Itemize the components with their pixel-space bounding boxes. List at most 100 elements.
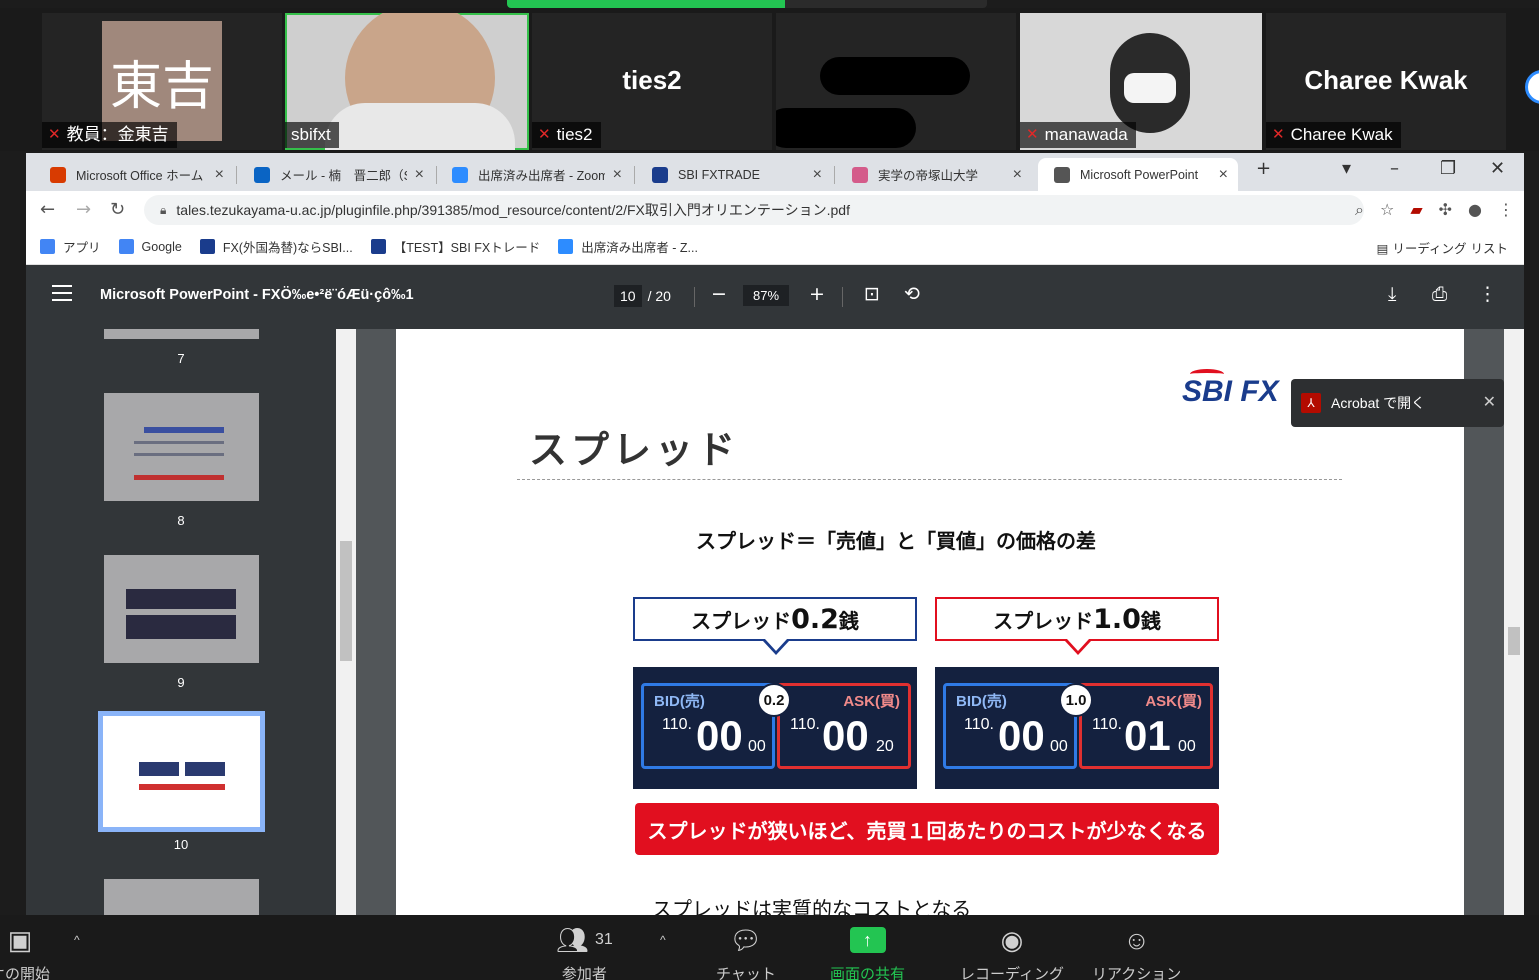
page-thumbnail[interactable] (104, 329, 259, 339)
tab-label: SBI FXTRADE (678, 167, 760, 182)
mic-muted-icon: ✕ (538, 126, 551, 143)
bookmark-item[interactable]: FX(外国為替)ならSBI... (199, 237, 353, 256)
page-number-input[interactable]: 10 (614, 285, 642, 307)
tab[interactable]: 出席済み出席者 - Zoom × (436, 158, 632, 191)
page-scrollbar[interactable] (1504, 329, 1524, 915)
more-options-icon[interactable]: ⋮ (1478, 283, 1497, 305)
thumb-content (134, 453, 224, 456)
page-thumbnail[interactable] (104, 555, 259, 663)
participant-tile[interactable]: Charee Kwak ✕ Charee Kwak (1266, 13, 1506, 150)
profile-avatar-icon[interactable]: ● (1468, 200, 1482, 220)
tab-strip: Microsoft Office ホーム × メール - 楠 晋二郎（SI × 出席済み… (26, 153, 1524, 191)
close-icon[interactable]: ✕ (1483, 392, 1496, 412)
office-icon (50, 166, 66, 183)
callout-pointer-inner (1067, 639, 1089, 651)
menu-kebab-icon[interactable]: ⋮ (1498, 200, 1514, 220)
share-screen-icon: ↑ (849, 927, 886, 953)
tab-separator (634, 166, 635, 184)
chat-label: チャット (716, 966, 776, 980)
tab-active[interactable]: Microsoft PowerPoint × (1038, 158, 1238, 191)
bookmark-item[interactable]: Google (118, 239, 182, 254)
participant-tile-active[interactable]: sbifxt (285, 13, 529, 150)
participant-name-tag: ✕ manawada (1020, 122, 1136, 148)
bookmark-item[interactable]: 出席済み出席者 - Z... (558, 237, 698, 256)
scrollbar-thumb[interactable] (1508, 627, 1520, 655)
participant-tile[interactable]: ties2 ✕ ties2 (532, 13, 772, 150)
gallery-next-button[interactable] (1525, 70, 1539, 104)
forward-arrow-icon[interactable]: → (76, 199, 91, 220)
new-tab-plus-icon[interactable]: + (1256, 158, 1271, 179)
tab[interactable]: Microsoft Office ホーム × (34, 158, 234, 191)
tab-label: Microsoft Office ホーム (76, 169, 204, 183)
participant-tile[interactable]: 東吉 ✕ 教員：金東吉 (42, 13, 282, 150)
zoom-in-icon[interactable]: + (809, 283, 825, 305)
zoom-level-input[interactable]: 87% (743, 285, 790, 306)
fit-page-icon[interactable]: ⊡ (864, 283, 880, 305)
participant-tile[interactable] (776, 13, 1016, 150)
thumb-content (126, 589, 236, 609)
ask-quote-box: ASK(買) 110. 00 20 (777, 683, 911, 769)
participant-name-tag: ✕ 教員：金東吉 (42, 122, 177, 148)
google-icon (118, 239, 134, 254)
tab-search-icon[interactable]: ▾ (1342, 158, 1351, 179)
record-button[interactable]: ◉ レコーディング (960, 923, 1064, 980)
tab-close-icon[interactable]: × (415, 166, 424, 184)
bid-sub: 00 (1050, 738, 1068, 755)
minimize-icon[interactable]: – (1390, 158, 1399, 179)
reload-icon[interactable]: ↻ (110, 199, 125, 220)
redaction-mark (776, 108, 916, 148)
share-screen-label: 画面の共有 (830, 966, 906, 980)
sidebar-menu-icon[interactable] (52, 285, 72, 301)
chrome-browser-window: Microsoft Office ホーム × メール - 楠 晋二郎（SI × 出席済み… (26, 153, 1524, 915)
tab[interactable]: 実学の帝塚山大学 × (836, 158, 1032, 191)
tab-close-icon[interactable]: × (1219, 166, 1228, 184)
participant-tile[interactable]: ✕ manawada (1020, 13, 1262, 150)
page-thumbnail[interactable] (104, 393, 259, 501)
restore-icon[interactable]: ❐ (1440, 158, 1456, 179)
reading-list-button[interactable]: ▤ リーディング リスト (1377, 238, 1508, 257)
url-input[interactable]: 🔒︎ tales.tezukayama-u.ac.jp/pluginfile.p… (144, 195, 1364, 225)
ask-label: ASK(買) (1145, 693, 1202, 710)
video-options-caret-icon[interactable]: ^ (74, 933, 80, 947)
download-icon[interactable]: ⤓ (1388, 283, 1396, 305)
acrobat-extension-icon[interactable]: ▰ (1410, 200, 1422, 220)
tab[interactable]: SBI FXTRADE × (636, 158, 832, 191)
print-icon[interactable]: ⎙ (1432, 283, 1447, 305)
thumbnail-number: 7 (177, 351, 185, 366)
participants-options-caret-icon[interactable]: ^ (660, 933, 666, 947)
ask-label: ASK(買) (843, 693, 900, 710)
tab[interactable]: メール - 楠 晋二郎（SI × (238, 158, 434, 191)
acrobat-open-popup[interactable]: ⅄ Acrobat で開く ✕ (1291, 379, 1504, 427)
zoom-out-icon[interactable]: − (711, 283, 727, 305)
tab-label: 実学の帝塚山大学 (878, 169, 979, 183)
share-screen-button[interactable]: ↑ 画面の共有 (830, 923, 905, 980)
thumb-content (139, 784, 225, 790)
flower-icon (852, 166, 868, 183)
page-thumbnail[interactable] (104, 879, 259, 915)
spread-label-prefix: スプレッド (691, 608, 792, 633)
tab-close-icon[interactable]: × (1013, 166, 1022, 184)
bookmark-item[interactable]: アプリ (40, 237, 101, 256)
tab-close-icon[interactable]: × (215, 166, 224, 184)
extensions-puzzle-icon[interactable]: ✣ (1439, 200, 1452, 220)
bookmark-label: アプリ (63, 241, 101, 255)
sidebar-scrollbar[interactable] (336, 329, 356, 915)
scrollbar-thumb[interactable] (340, 541, 352, 661)
participant-name: 教員：金東吉 (66, 125, 169, 144)
start-video-button[interactable]: ▣ オの開始 (0, 923, 50, 980)
close-window-icon[interactable]: ✕ (1490, 158, 1505, 179)
sbi-icon (199, 239, 215, 254)
page-thumbnail-selected[interactable] (98, 711, 265, 832)
back-arrow-icon[interactable]: ← (40, 199, 55, 220)
chat-button[interactable]: 💬︎ チャット (716, 923, 776, 980)
participants-button[interactable]: 👥︎ 31 参加者 (556, 923, 613, 980)
bookmark-item[interactable]: 【TEST】SBI FXトレード (370, 237, 540, 256)
bookmark-star-icon[interactable]: ☆ (1380, 200, 1394, 220)
page-indicator: 10 / 20 (614, 285, 671, 307)
rotate-icon[interactable]: ⟲ (904, 283, 920, 305)
zoom-lens-icon[interactable]: ⌕ (1355, 200, 1364, 220)
reactions-button[interactable]: ☺ リアクション (1092, 923, 1181, 980)
tab-close-icon[interactable]: × (813, 166, 822, 184)
tab-close-icon[interactable]: × (613, 166, 622, 184)
chat-bubble-icon: 💬︎ (729, 924, 763, 955)
